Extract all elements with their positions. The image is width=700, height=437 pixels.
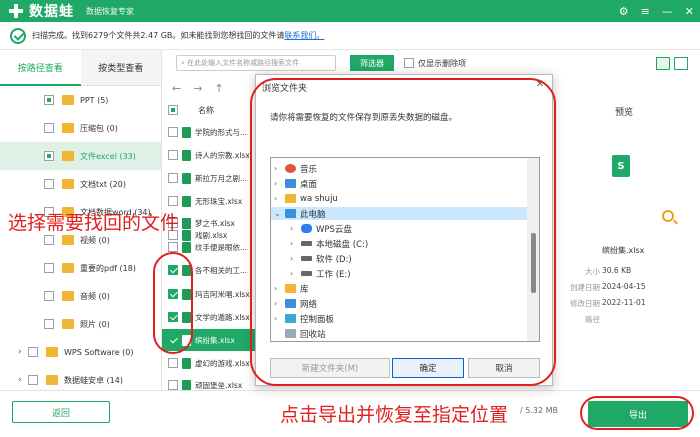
- checkbox[interactable]: [404, 58, 414, 68]
- checkbox[interactable]: [168, 358, 178, 368]
- grid-view-icon[interactable]: [656, 56, 670, 70]
- scan-status-bar: 扫描完成。找到6279个文件共2.47 GB。如未能找到您想找回的文件请 联系我…: [0, 22, 700, 50]
- tab-by-type[interactable]: 按类型查看: [80, 50, 161, 86]
- checkbox[interactable]: [168, 150, 178, 160]
- checkbox[interactable]: [28, 375, 38, 385]
- app-brand: 数据蛙: [29, 4, 74, 20]
- spreadsheet-icon: S: [612, 155, 630, 177]
- checkbox[interactable]: [44, 291, 54, 301]
- scan-status-text: 扫描完成。找到6279个文件共2.47 GB。如未能找到您想找回的文件请: [32, 31, 285, 40]
- excel-file-icon: [182, 241, 191, 253]
- checkbox[interactable]: [168, 196, 178, 206]
- excel-file-icon: [182, 172, 191, 184]
- folder-icon: [46, 375, 58, 385]
- list-view-icon[interactable]: [674, 56, 688, 70]
- annotation-oval-files: [153, 252, 193, 354]
- excel-file-icon: [182, 126, 191, 138]
- app-subtitle: 数据恢复专家: [86, 6, 134, 16]
- menu-icon[interactable]: ≡: [641, 5, 650, 18]
- annotation-oval-dialog: [250, 78, 556, 386]
- checkbox[interactable]: [168, 242, 178, 252]
- zoom-icon[interactable]: [662, 210, 674, 222]
- checkbox[interactable]: [168, 380, 178, 390]
- folder-icon: [46, 347, 58, 357]
- back-arrow-icon[interactable]: ←: [172, 82, 181, 95]
- preview-panel: 预览 S 缤纷集.xlsx 大小 30.6 KB 创建日期 2024-04-15 修…: [540, 100, 700, 330]
- select-all-checkbox[interactable]: [168, 105, 178, 115]
- tree-item[interactable]: 压缩包 (0): [0, 114, 161, 142]
- only-deleted-toggle[interactable]: 仅显示删除项: [404, 58, 466, 69]
- file-row[interactable]: 虚幻的游戏.xlsx: [162, 352, 258, 374]
- close-icon[interactable]: ✕: [685, 5, 694, 18]
- tree-item[interactable]: 文档txt (20): [0, 170, 161, 198]
- search-input[interactable]: ⌕ 在此处输入文件名称或路径搜索文件: [176, 55, 336, 71]
- checkbox[interactable]: [44, 263, 54, 273]
- file-toolbar: ⌕ 在此处输入文件名称或路径搜索文件 筛选器 仅显示删除项: [162, 50, 700, 76]
- annotation-select-files: 选择需要找回的文件: [8, 212, 180, 234]
- folder-icon: [62, 123, 74, 133]
- app-logo: 数据蛙: [8, 1, 74, 21]
- checkbox[interactable]: [44, 95, 54, 105]
- preview-filename: 缤纷集.xlsx: [602, 246, 645, 255]
- folder-icon: [62, 263, 74, 273]
- folder-icon: [62, 151, 74, 161]
- up-arrow-icon[interactable]: ↑: [214, 82, 223, 95]
- checkbox[interactable]: [168, 173, 178, 183]
- selected-size-info: / 5.32 MB: [520, 406, 558, 415]
- minimize-icon[interactable]: —: [662, 5, 673, 18]
- back-button[interactable]: 返回: [12, 401, 110, 423]
- excel-file-icon: [182, 195, 191, 207]
- tab-by-path[interactable]: 按路径查看: [0, 50, 81, 86]
- filter-button[interactable]: 筛选器: [350, 55, 394, 71]
- folder-icon: [62, 179, 74, 189]
- forward-arrow-icon[interactable]: →: [193, 82, 202, 95]
- checkbox[interactable]: [44, 319, 54, 329]
- plus-logo-icon: [8, 3, 24, 19]
- file-row[interactable]: 学院的形式与...: [162, 121, 258, 143]
- settings-icon[interactable]: ⚙: [619, 5, 629, 18]
- tree-item-selected[interactable]: 文件excel (33): [0, 142, 161, 170]
- annotation-oval-export: [580, 396, 694, 430]
- chevron-right-icon[interactable]: ›: [18, 375, 22, 385]
- file-list-header: 名称: [162, 100, 258, 120]
- file-row[interactable]: 斯拉万月之剧...: [162, 167, 258, 189]
- checkbox[interactable]: [44, 179, 54, 189]
- excel-file-icon: [182, 149, 191, 161]
- contact-us-link[interactable]: 联系我们。: [284, 30, 324, 41]
- checkbox[interactable]: [44, 235, 54, 245]
- folder-icon: [62, 319, 74, 329]
- tree-item[interactable]: 照片 (0): [0, 310, 161, 338]
- excel-file-icon: [182, 357, 191, 369]
- chevron-right-icon[interactable]: ›: [18, 347, 22, 357]
- check-circle-icon: [10, 27, 26, 44]
- folder-icon: [62, 95, 74, 105]
- tree-item[interactable]: 重要的pdf (18): [0, 254, 161, 282]
- annotation-export: 点击导出并恢复至指定位置: [280, 404, 509, 426]
- tree-item[interactable]: PPT (5): [0, 86, 161, 114]
- preview-title: 预览: [615, 108, 634, 118]
- folder-icon: [62, 291, 74, 301]
- checkbox[interactable]: [44, 123, 54, 133]
- checkbox[interactable]: [28, 347, 38, 357]
- file-row[interactable]: 诗人的宗教.xlsx: [162, 144, 258, 166]
- checkbox[interactable]: [168, 127, 178, 137]
- title-bar: 数据蛙 数据恢复专家 ⚙ ≡ — ✕: [0, 0, 700, 22]
- checkbox[interactable]: [44, 151, 54, 161]
- excel-file-icon: [182, 379, 191, 391]
- tree-item[interactable]: 音频 (0): [0, 282, 161, 310]
- tree-item[interactable]: › WPS Software (0): [0, 338, 161, 366]
- nav-arrows: ← → ↑: [162, 78, 258, 98]
- folder-icon: [62, 235, 74, 245]
